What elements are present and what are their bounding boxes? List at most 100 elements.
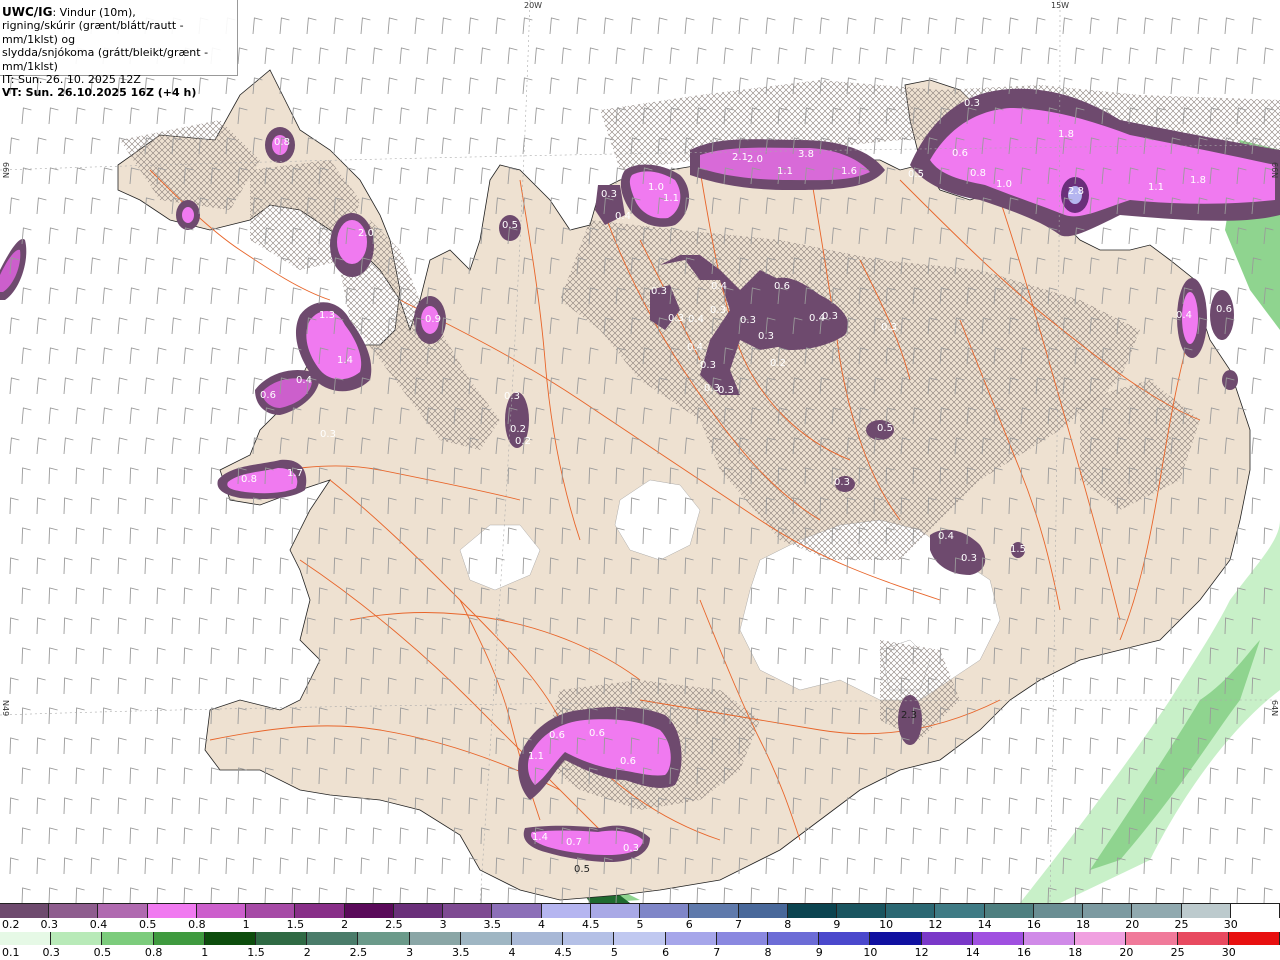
scale-swatch (541, 904, 591, 918)
scale-swatch (344, 904, 394, 918)
scale-swatch (0, 904, 50, 918)
precip-value-label: 0.4 (809, 313, 825, 324)
scale-swatch (256, 932, 308, 945)
precip-value-label: 1.5 (1010, 544, 1026, 555)
grid-label-right-64n: 64N (1270, 700, 1279, 717)
grid-label-15w: 15W (1051, 1, 1070, 10)
scale-label: 1.5 (247, 946, 265, 959)
scale-swatch (1132, 904, 1182, 918)
scale-label: 0.2 (2, 918, 20, 931)
scale-swatch (1075, 932, 1127, 945)
precip-value-label: 0.6 (620, 756, 636, 767)
scale-label: 14 (977, 918, 992, 931)
precip-value-label: 0.3 (758, 331, 774, 342)
scale-swatch (738, 904, 788, 918)
precip-value-label: 1.1 (777, 166, 793, 177)
precip-value-label: 0.3 (964, 98, 980, 109)
scale-swatch (49, 904, 99, 918)
scale-label: 18 (1076, 918, 1091, 931)
scale-swatch (1230, 904, 1280, 918)
scale-swatch (443, 904, 493, 918)
scale-label: 7 (713, 946, 721, 959)
precip-value-label: 0.4 (711, 281, 727, 292)
product-name: UWC/IG (2, 5, 53, 19)
scale-label: 3 (439, 918, 447, 931)
grid-label-left-64n: N49 (1, 700, 10, 717)
scale-swatch (1083, 904, 1133, 918)
scale-label: 9 (833, 918, 841, 931)
scale-swatch (768, 932, 820, 945)
scale-label: 18 (1068, 946, 1083, 959)
scale-label: 10 (879, 918, 894, 931)
precip-value-label: 0.3 (740, 315, 756, 326)
precip-value-label: 0.3 (834, 477, 850, 488)
precip-value-label: 0.3 (320, 429, 336, 440)
scale-swatch (196, 904, 247, 918)
grid-label-20w: 20W (524, 1, 543, 10)
scale-label: 25 (1174, 918, 1189, 931)
scale-label: 1 (201, 946, 209, 959)
precip-value-label: 0.3 (961, 553, 977, 564)
scale-swatch (1126, 932, 1178, 945)
scale-swatch (98, 904, 148, 918)
scale-swatch (1181, 904, 1231, 918)
precip-value-label: 1.4 (532, 832, 548, 843)
scale-swatch (935, 904, 985, 918)
scale-swatch (870, 932, 922, 945)
scale-swatch (1033, 904, 1084, 918)
scale-label: 0.8 (188, 918, 206, 931)
scale-swatch (984, 904, 1034, 918)
precip-value-label: 1.0 (648, 182, 664, 193)
scale-label: 2.5 (349, 946, 368, 959)
precip-value-label: 0.3 (700, 360, 716, 371)
scale-swatch (1177, 932, 1229, 945)
precip-value-label: 0.6 (260, 390, 276, 401)
scale-swatch (886, 904, 936, 918)
scale-label: 0.4 (89, 918, 108, 931)
scale-swatch (1024, 932, 1076, 945)
scale-label: 6 (662, 946, 670, 959)
precip-value-label: 0.5 (502, 220, 518, 231)
precip-value-label: 0.8 (241, 474, 257, 485)
precip-value-label: 2.0 (358, 228, 374, 239)
rain-scale-labels: 0.1 0.3 0.5 0.8 1 1.5 2 2.5 3 3.5 4 4.5 5 6 7 8 9 10 12 14 1… (0, 946, 1280, 959)
map-info-box: UWC/IG: Vindur (10m), rigning/skúrir (gr… (0, 0, 238, 99)
grid-label-right-66n: 66N (1270, 162, 1279, 179)
precip-value-label: 0.6 (1216, 304, 1232, 315)
grid-label-left-66n: 66N (1, 162, 10, 179)
precip-value-label: 0.5 (877, 423, 893, 434)
precip-value-label: 2.3 (901, 710, 917, 721)
precip-value-label: 0.4 (1176, 310, 1192, 321)
precip-value-label: 0.3 (601, 189, 617, 200)
precip-value-label: 2.0 (747, 154, 763, 165)
scale-label: 0.5 (93, 946, 112, 959)
scale-label: 5 (636, 918, 644, 931)
scale-swatch (409, 932, 461, 945)
scale-label: 6 (685, 918, 693, 931)
scale-label: 3 (406, 946, 414, 959)
scale-label: 10 (863, 946, 878, 959)
scale-label: 30 (1223, 918, 1238, 931)
product-description: : Vindur (10m), (52, 6, 136, 19)
scale-swatch (665, 932, 717, 945)
scale-label: 14 (965, 946, 980, 959)
precip-value-label: 0.3 (651, 286, 667, 297)
scale-label: 20 (1125, 918, 1140, 931)
scale-swatch (972, 932, 1025, 945)
precip-value-label: 0.3 (881, 322, 897, 333)
scale-swatch (921, 932, 973, 945)
precip-value-label: 0.4 (688, 314, 704, 325)
scale-label: 7 (734, 918, 742, 931)
scale-label: 0.8 (144, 946, 163, 959)
precip-value-label: 0.4 (687, 342, 703, 353)
scale-swatch (147, 904, 197, 918)
precip-value-label: 2.1 (732, 152, 748, 163)
precip-value-label: 1.0 (996, 179, 1012, 190)
precip-value-label: 0.5 (574, 864, 590, 875)
scale-swatch (51, 932, 103, 945)
scale-label: 2.5 (385, 918, 403, 931)
precip-value-label: 0.6 (952, 148, 968, 159)
valid-time: VT: Sun. 26.10.2025 16Z (+4 h) (2, 86, 197, 100)
scale-label: 8 (784, 918, 792, 931)
precip-value-label: 0.6 (774, 281, 790, 292)
